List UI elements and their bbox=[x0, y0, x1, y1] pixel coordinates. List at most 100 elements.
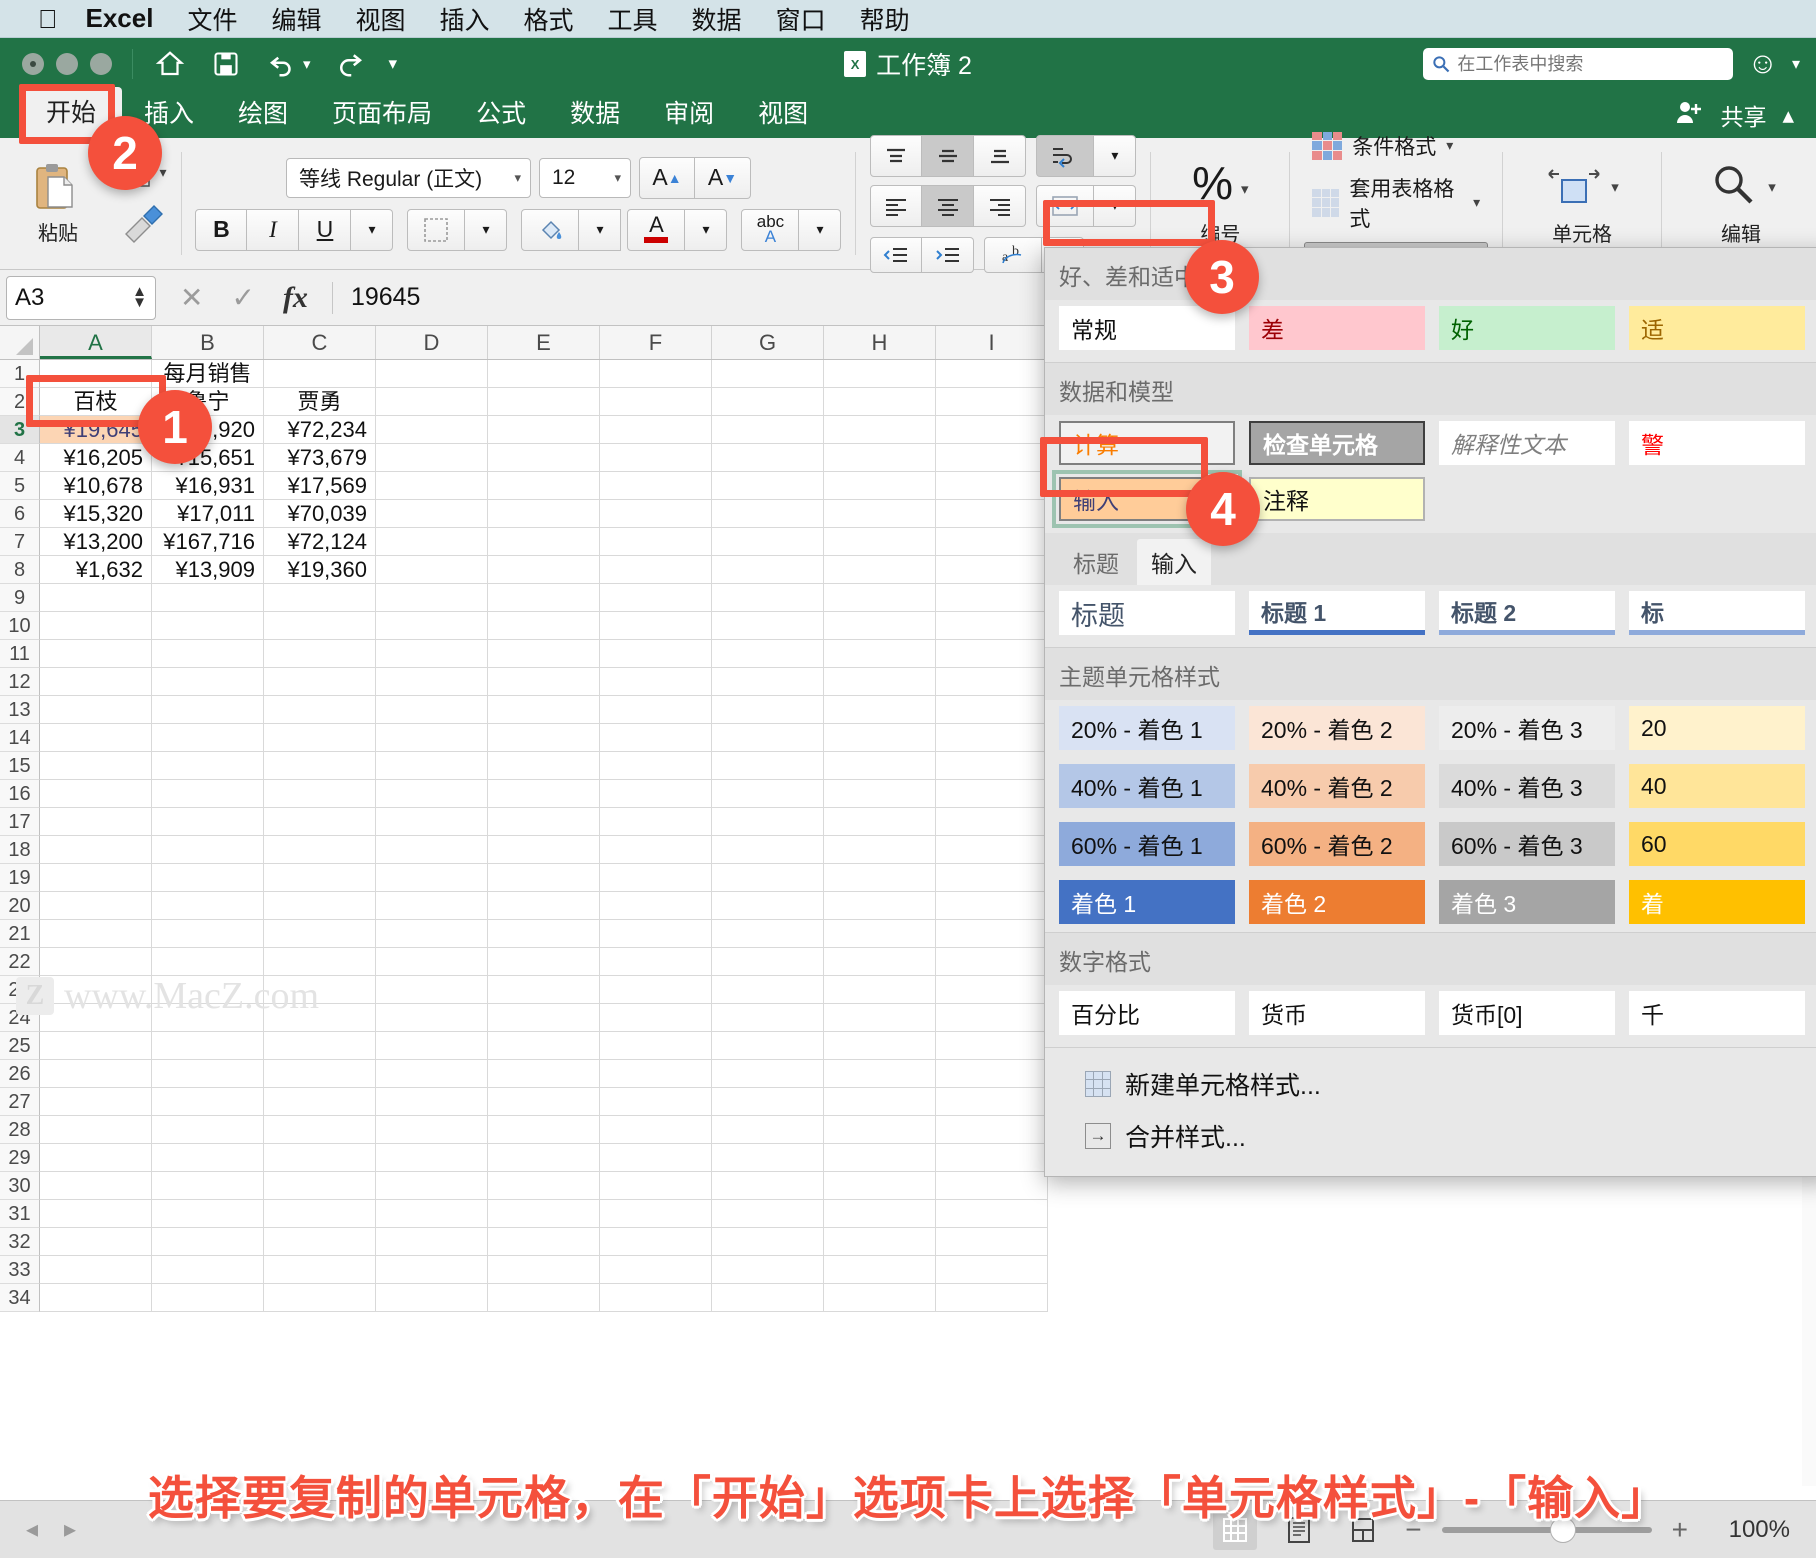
cell-C4[interactable]: ¥73,679 bbox=[264, 444, 376, 472]
cell-G31[interactable] bbox=[712, 1200, 824, 1228]
style-tile[interactable]: 60% - 着色 1 bbox=[1059, 822, 1235, 866]
cell-B13[interactable] bbox=[152, 696, 264, 724]
fill-color-button[interactable] bbox=[521, 208, 580, 251]
cell-F27[interactable] bbox=[600, 1088, 712, 1116]
cell-B14[interactable] bbox=[152, 724, 264, 752]
cell-C18[interactable] bbox=[264, 836, 376, 864]
cell-C8[interactable]: ¥19,360 bbox=[264, 556, 376, 584]
cell-A27[interactable] bbox=[40, 1088, 152, 1116]
cell-A21[interactable] bbox=[40, 920, 152, 948]
cell-G10[interactable] bbox=[712, 612, 824, 640]
cell-H13[interactable] bbox=[824, 696, 936, 724]
cell-G18[interactable] bbox=[712, 836, 824, 864]
cell-D16[interactable] bbox=[376, 780, 488, 808]
cell-C28[interactable] bbox=[264, 1116, 376, 1144]
align-middle-button[interactable] bbox=[922, 134, 975, 177]
row-header-8[interactable]: 8 bbox=[0, 556, 40, 584]
cell-C21[interactable] bbox=[264, 920, 376, 948]
cell-I33[interactable] bbox=[936, 1256, 1048, 1284]
cell-D24[interactable] bbox=[376, 1004, 488, 1032]
cell-G27[interactable] bbox=[712, 1088, 824, 1116]
cell-H21[interactable] bbox=[824, 920, 936, 948]
cell-D15[interactable] bbox=[376, 752, 488, 780]
style-tile[interactable]: 60% - 着色 3 bbox=[1439, 822, 1615, 866]
cell-H30[interactable] bbox=[824, 1172, 936, 1200]
font-color-dropdown-caret[interactable]: ▾ bbox=[685, 208, 728, 251]
cell-F22[interactable] bbox=[600, 948, 712, 976]
cell-B7[interactable]: ¥167,716 bbox=[152, 528, 264, 556]
cell-G26[interactable] bbox=[712, 1060, 824, 1088]
cell-C16[interactable] bbox=[264, 780, 376, 808]
cell-F18[interactable] bbox=[600, 836, 712, 864]
cell-I13[interactable] bbox=[936, 696, 1048, 724]
cell-F33[interactable] bbox=[600, 1256, 712, 1284]
cell-F21[interactable] bbox=[600, 920, 712, 948]
cell-G12[interactable] bbox=[712, 668, 824, 696]
style-tile[interactable]: 检查单元格 bbox=[1249, 421, 1425, 465]
cell-D11[interactable] bbox=[376, 640, 488, 668]
borders-button[interactable] bbox=[407, 208, 466, 251]
style-tile[interactable]: 常规 bbox=[1059, 306, 1235, 350]
cell-I10[interactable] bbox=[936, 612, 1048, 640]
style-tile[interactable]: 货币 bbox=[1249, 991, 1425, 1035]
cell-A6[interactable]: ¥15,320 bbox=[40, 500, 152, 528]
cell-B29[interactable] bbox=[152, 1144, 264, 1172]
minimize-window-button[interactable] bbox=[56, 53, 78, 75]
wrap-text-dropdown-caret[interactable]: ▾ bbox=[1094, 134, 1137, 177]
align-bottom-button[interactable] bbox=[974, 134, 1027, 177]
cell-A22[interactable] bbox=[40, 948, 152, 976]
style-tile[interactable]: 60% - 着色 2 bbox=[1249, 822, 1425, 866]
merge-cells-button[interactable] bbox=[1036, 184, 1095, 227]
merge-styles-menu-item[interactable]: → 合并样式... bbox=[1045, 1110, 1816, 1162]
cell-C33[interactable] bbox=[264, 1256, 376, 1284]
cell-B27[interactable] bbox=[152, 1088, 264, 1116]
cell-G32[interactable] bbox=[712, 1228, 824, 1256]
cell-B26[interactable] bbox=[152, 1060, 264, 1088]
style-tile[interactable]: 40 bbox=[1629, 764, 1805, 808]
cell-D2[interactable] bbox=[376, 388, 488, 416]
cell-E15[interactable] bbox=[488, 752, 600, 780]
cell-B12[interactable] bbox=[152, 668, 264, 696]
copy-dropdown-caret[interactable]: ▾ bbox=[160, 164, 167, 181]
cell-C32[interactable] bbox=[264, 1228, 376, 1256]
cell-C10[interactable] bbox=[264, 612, 376, 640]
cell-E30[interactable] bbox=[488, 1172, 600, 1200]
menu-item-insert[interactable]: 插入 bbox=[440, 1, 490, 37]
app-name-label[interactable]: Excel bbox=[86, 3, 154, 34]
cell-D29[interactable] bbox=[376, 1144, 488, 1172]
cell-H7[interactable] bbox=[824, 528, 936, 556]
cell-F30[interactable] bbox=[600, 1172, 712, 1200]
style-tile[interactable]: 标 bbox=[1629, 591, 1805, 635]
cell-D6[interactable] bbox=[376, 500, 488, 528]
smiley-icon[interactable]: ☺ bbox=[1747, 47, 1778, 81]
undo-icon[interactable] bbox=[265, 47, 299, 81]
cell-F8[interactable] bbox=[600, 556, 712, 584]
column-header-a[interactable]: A bbox=[40, 326, 152, 359]
row-header-18[interactable]: 18 bbox=[0, 836, 40, 864]
cell-H4[interactable] bbox=[824, 444, 936, 472]
cell-A18[interactable] bbox=[40, 836, 152, 864]
cell-B30[interactable] bbox=[152, 1172, 264, 1200]
cell-A16[interactable] bbox=[40, 780, 152, 808]
column-header-i[interactable]: I bbox=[936, 326, 1048, 359]
style-tile[interactable]: 千 bbox=[1629, 991, 1805, 1035]
cell-H14[interactable] bbox=[824, 724, 936, 752]
row-header-5[interactable]: 5 bbox=[0, 472, 40, 500]
cell-D18[interactable] bbox=[376, 836, 488, 864]
row-header-1[interactable]: 1 bbox=[0, 360, 40, 388]
cell-G11[interactable] bbox=[712, 640, 824, 668]
cell-B32[interactable] bbox=[152, 1228, 264, 1256]
cell-A7[interactable]: ¥13,200 bbox=[40, 528, 152, 556]
cell-B31[interactable] bbox=[152, 1200, 264, 1228]
cell-A11[interactable] bbox=[40, 640, 152, 668]
style-tile[interactable]: 60 bbox=[1629, 822, 1805, 866]
paste-button[interactable]: 粘贴 bbox=[10, 161, 106, 246]
cell-D33[interactable] bbox=[376, 1256, 488, 1284]
cell-D30[interactable] bbox=[376, 1172, 488, 1200]
cell-I6[interactable] bbox=[936, 500, 1048, 528]
cell-G2[interactable] bbox=[712, 388, 824, 416]
cell-E11[interactable] bbox=[488, 640, 600, 668]
row-header-27[interactable]: 27 bbox=[0, 1088, 40, 1116]
cell-H15[interactable] bbox=[824, 752, 936, 780]
cell-B19[interactable] bbox=[152, 864, 264, 892]
